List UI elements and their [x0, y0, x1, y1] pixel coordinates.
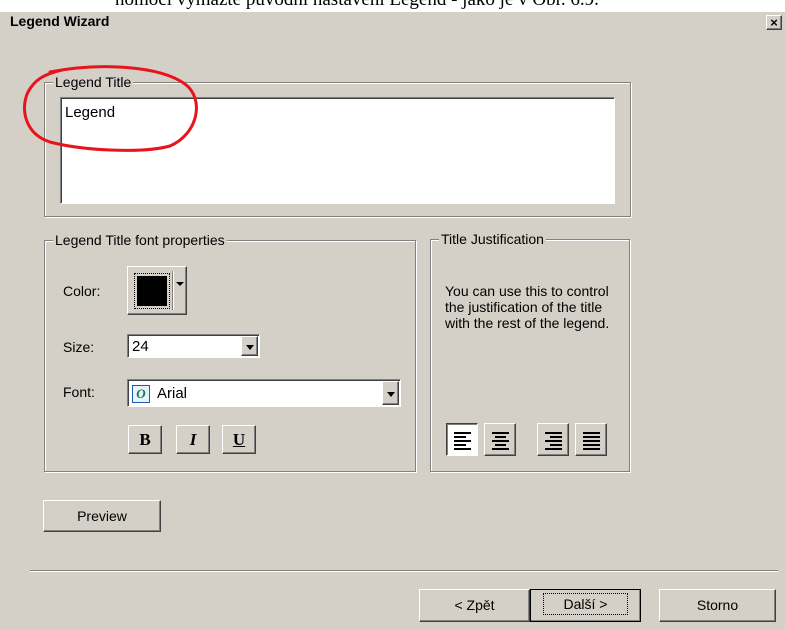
font-value: Arial	[157, 385, 188, 402]
align-justify-icon	[583, 432, 600, 452]
size-value: 24	[132, 338, 149, 355]
back-button[interactable]: < Zpět	[419, 589, 530, 622]
preview-button[interactable]: Preview	[43, 500, 161, 532]
opentype-font-icon: O	[132, 385, 150, 403]
align-right-icon	[545, 432, 562, 452]
justification-description: You can use this to control the justific…	[445, 283, 610, 331]
underline-button[interactable]: U	[222, 425, 256, 454]
size-select[interactable]: 24	[127, 334, 260, 358]
chevron-down-icon	[246, 345, 254, 350]
close-icon: ×	[770, 15, 778, 30]
align-left-icon	[454, 432, 471, 452]
chevron-down-icon	[387, 392, 395, 397]
font-select[interactable]: O Arial	[127, 379, 401, 407]
title-justification-group-label: Title Justification	[439, 231, 546, 247]
title-bar: Legend Wizard ×	[0, 12, 785, 32]
color-swatch-frame	[134, 273, 170, 309]
next-button-label: Další >	[542, 593, 629, 615]
footer-separator	[30, 570, 778, 572]
color-picker-button[interactable]	[127, 266, 187, 315]
color-divider	[172, 271, 173, 310]
document-text-strip: nomocí vymažte původní nastavení Legend …	[0, 0, 785, 12]
document-text: nomocí vymažte původní nastavení Legend …	[115, 0, 599, 11]
legend-title-input[interactable]: Legend	[60, 97, 615, 204]
close-button[interactable]: ×	[766, 15, 782, 30]
cancel-button[interactable]: Storno	[659, 589, 776, 622]
size-dropdown-button[interactable]	[241, 336, 258, 356]
align-left-button[interactable]	[446, 423, 478, 456]
font-properties-group-label: Legend Title font properties	[53, 232, 227, 248]
font-dropdown-button[interactable]	[382, 381, 399, 405]
window-title: Legend Wizard	[10, 13, 110, 29]
color-swatch	[137, 276, 167, 306]
bold-button[interactable]: B	[128, 425, 162, 454]
align-center-icon	[492, 432, 509, 452]
align-right-button[interactable]	[537, 423, 569, 456]
align-justify-button[interactable]	[575, 423, 607, 456]
font-label: Font:	[63, 384, 95, 400]
align-center-button[interactable]	[484, 423, 516, 456]
color-label: Color:	[63, 283, 101, 299]
size-label: Size:	[63, 339, 95, 355]
chevron-down-icon	[176, 282, 184, 286]
legend-title-group-label: Legend Title	[53, 74, 134, 90]
next-button[interactable]: Další >	[530, 589, 641, 622]
italic-button[interactable]: I	[176, 425, 210, 454]
